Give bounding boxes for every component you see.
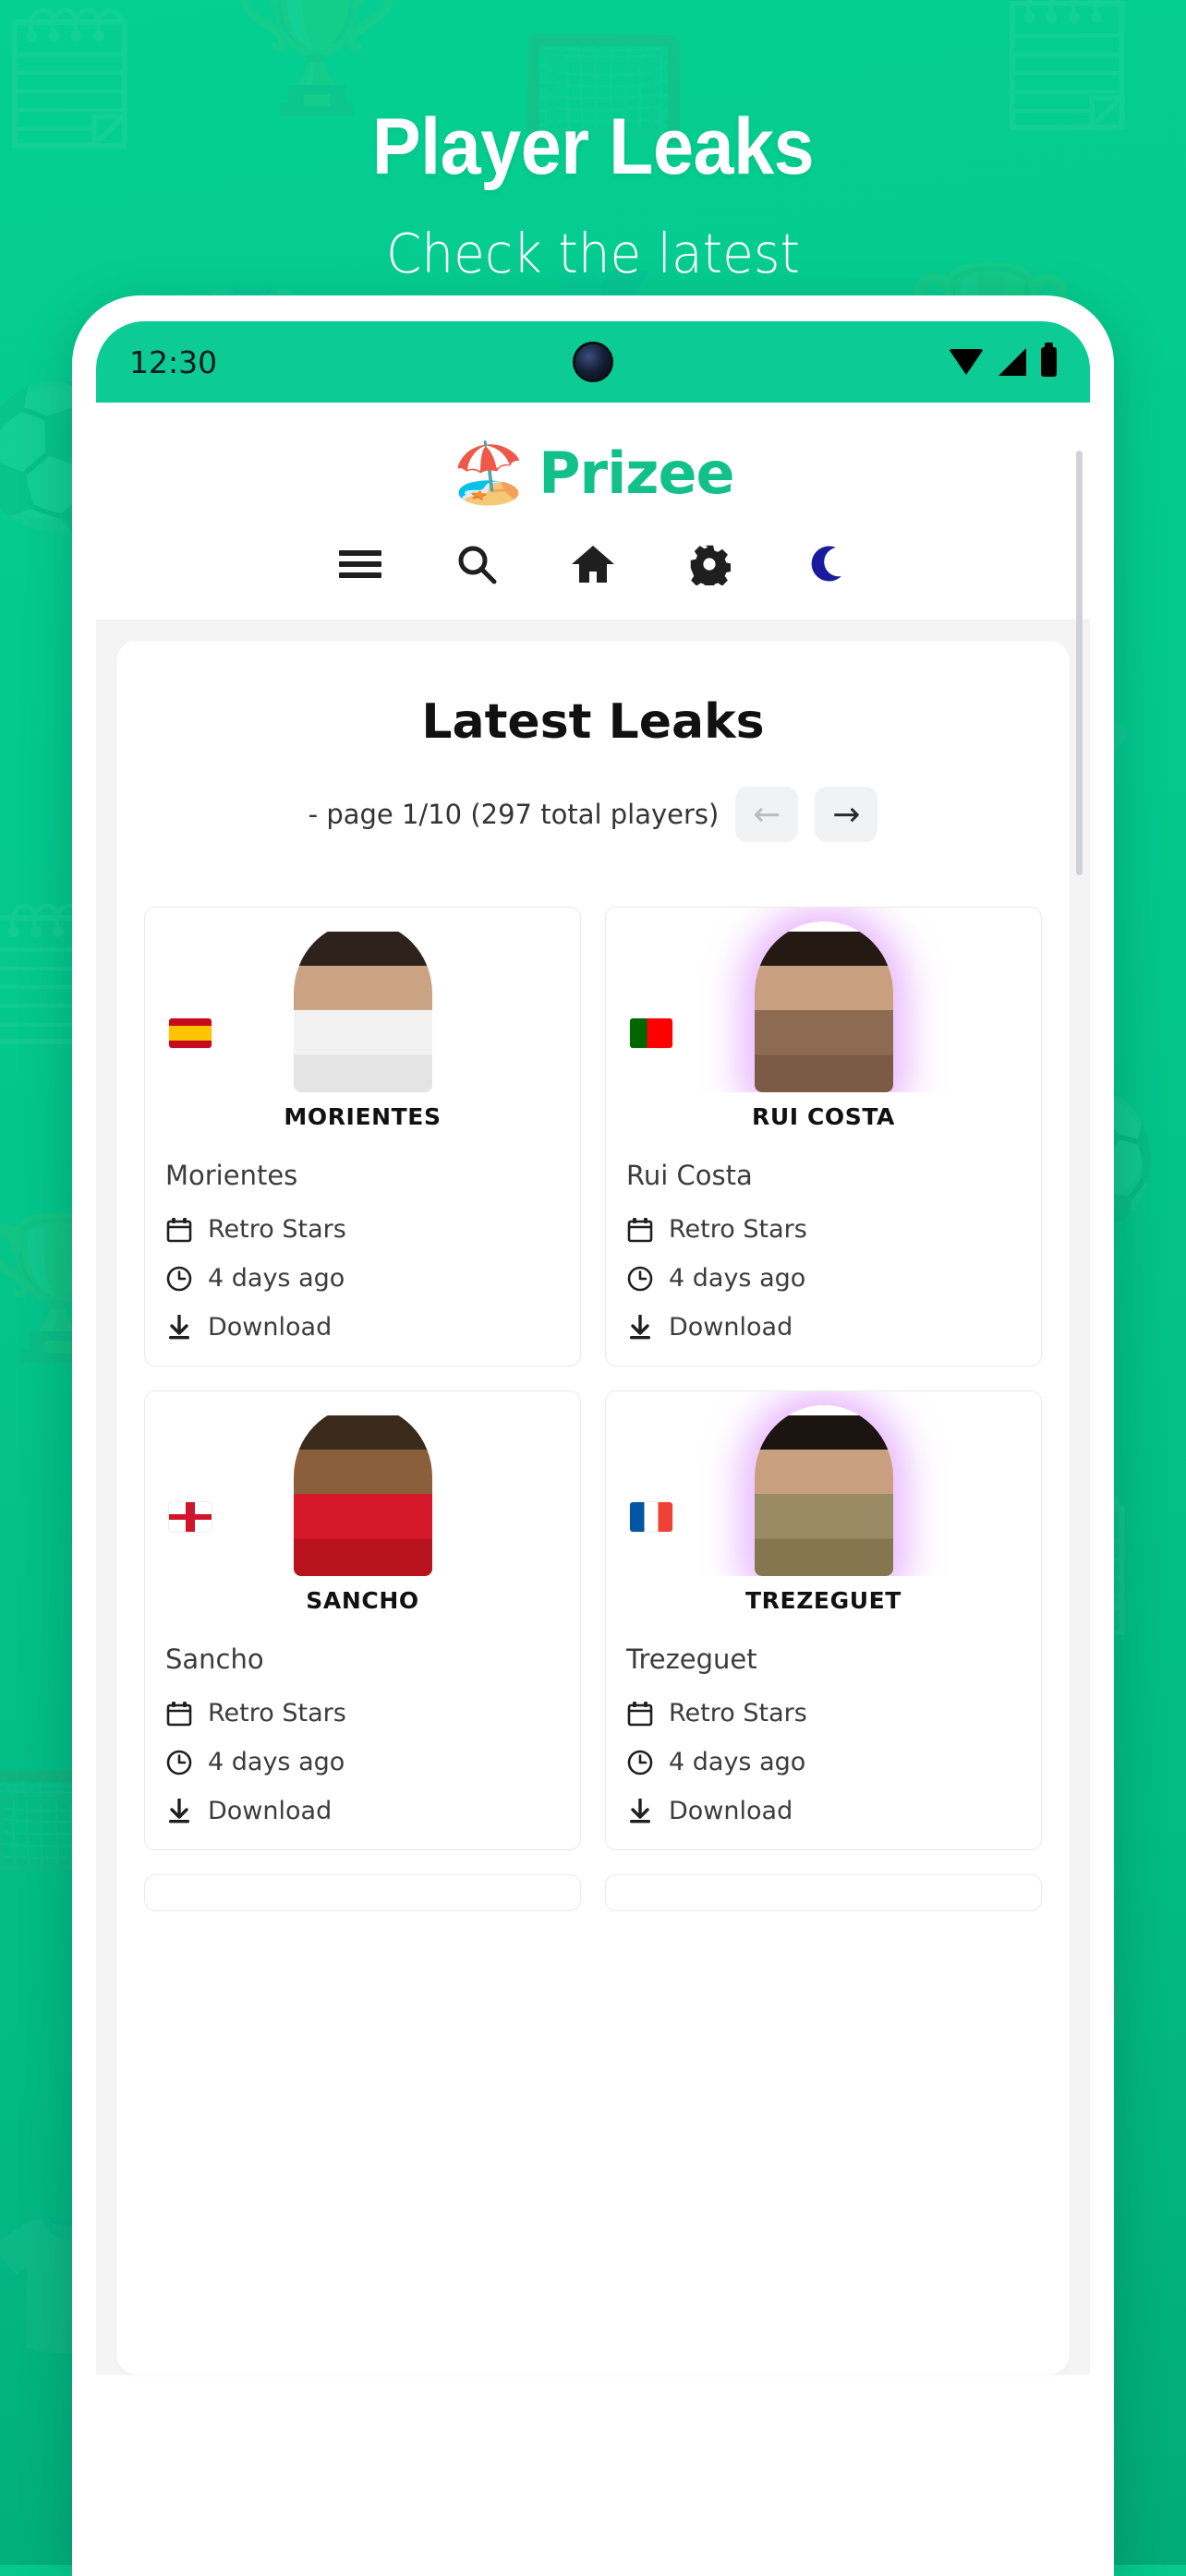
search-icon[interactable] bbox=[453, 540, 501, 588]
download-label: Download bbox=[669, 1313, 793, 1342]
player-image bbox=[293, 921, 432, 1092]
player-category-label: Retro Stars bbox=[669, 1215, 807, 1244]
player-card[interactable]: MORIENTES Morientes Retro Stars 4 days ago D… bbox=[144, 907, 581, 1366]
front-camera-punch-hole bbox=[575, 344, 611, 379]
clock-icon bbox=[165, 1749, 193, 1776]
player-category-label: Retro Stars bbox=[208, 1699, 346, 1727]
player-time-label: 4 days ago bbox=[669, 1748, 806, 1776]
wifi-icon bbox=[949, 349, 984, 375]
player-category: Retro Stars bbox=[165, 1699, 560, 1727]
player-tag: MORIENTES bbox=[284, 1103, 442, 1130]
gear-icon[interactable] bbox=[685, 540, 733, 588]
status-bar: 12:30 bbox=[96, 321, 1090, 403]
download-row[interactable]: Download bbox=[626, 1797, 1021, 1825]
scrollbar[interactable] bbox=[1076, 451, 1083, 875]
download-icon bbox=[626, 1314, 654, 1342]
player-photo bbox=[606, 1391, 1041, 1576]
download-icon bbox=[165, 1798, 193, 1825]
player-category: Retro Stars bbox=[626, 1699, 1021, 1727]
player-name: Trezeguet bbox=[626, 1643, 757, 1675]
country-flag-icon bbox=[630, 1018, 672, 1048]
leaks-panel: Latest Leaks - page 1/10 (297 total play… bbox=[116, 641, 1070, 2375]
calendar-icon bbox=[626, 1216, 654, 1244]
home-icon[interactable] bbox=[569, 540, 617, 588]
player-time-label: 4 days ago bbox=[208, 1264, 345, 1293]
player-time-label: 4 days ago bbox=[669, 1264, 806, 1293]
player-name: Sancho bbox=[165, 1643, 264, 1675]
player-time: 4 days ago bbox=[626, 1264, 1021, 1293]
player-card-grid: MORIENTES Morientes Retro Stars 4 days ago D… bbox=[144, 907, 1042, 1911]
download-row[interactable]: Download bbox=[165, 1313, 560, 1342]
download-icon bbox=[626, 1798, 654, 1825]
menu-icon[interactable] bbox=[336, 540, 384, 588]
pagination-text: - page 1/10 (297 total players) bbox=[308, 799, 720, 830]
brand-logo[interactable]: 🏖️ Prizee bbox=[96, 439, 1090, 507]
player-category: Retro Stars bbox=[165, 1215, 560, 1244]
download-row[interactable]: Download bbox=[165, 1797, 560, 1825]
player-card[interactable]: RUI COSTA Rui Costa Retro Stars 4 days ago D… bbox=[605, 907, 1042, 1366]
status-icons bbox=[949, 343, 1057, 377]
phone-screen: 12:30 🏖️ Prizee Latest Leaks - page 1/10… bbox=[96, 321, 1090, 2576]
download-icon bbox=[165, 1314, 193, 1342]
app-header: 🏖️ Prizee bbox=[96, 403, 1090, 620]
player-photo bbox=[145, 1391, 580, 1576]
player-card[interactable] bbox=[605, 1874, 1042, 1911]
player-time-label: 4 days ago bbox=[208, 1748, 345, 1776]
player-time: 4 days ago bbox=[626, 1748, 1021, 1776]
download-label: Download bbox=[208, 1313, 333, 1342]
player-image bbox=[293, 1405, 432, 1576]
next-page-button[interactable]: → bbox=[815, 787, 878, 842]
player-tag: SANCHO bbox=[306, 1587, 419, 1614]
player-photo bbox=[606, 908, 1041, 1092]
calendar-icon bbox=[626, 1700, 654, 1727]
player-category: Retro Stars bbox=[626, 1215, 1021, 1244]
player-card[interactable]: SANCHO Sancho Retro Stars 4 days ago Downloa… bbox=[144, 1390, 581, 1850]
player-name: Rui Costa bbox=[626, 1160, 753, 1191]
calendar-icon bbox=[165, 1216, 193, 1244]
player-category-label: Retro Stars bbox=[669, 1699, 807, 1727]
country-flag-icon bbox=[169, 1018, 212, 1048]
panel-title: Latest Leaks bbox=[421, 694, 765, 750]
player-name: Morientes bbox=[165, 1160, 298, 1191]
player-time: 4 days ago bbox=[165, 1748, 560, 1776]
signal-icon bbox=[998, 348, 1026, 376]
nav-icon-row bbox=[96, 540, 1090, 588]
page-title: Player Leaks bbox=[371, 102, 815, 191]
country-flag-icon bbox=[630, 1502, 672, 1532]
pagination: - page 1/10 (297 total players) ← → bbox=[116, 787, 1070, 842]
beach-icon: 🏖️ bbox=[452, 439, 526, 508]
player-image bbox=[754, 921, 893, 1092]
brand-name: Prizee bbox=[539, 439, 734, 507]
player-card[interactable]: TREZEGUET Trezeguet Retro Stars 4 days ago D… bbox=[605, 1390, 1042, 1850]
clock-icon bbox=[626, 1265, 654, 1293]
player-tag: TREZEGUET bbox=[745, 1587, 902, 1614]
download-row[interactable]: Download bbox=[626, 1313, 1021, 1342]
player-image bbox=[754, 1405, 893, 1576]
download-label: Download bbox=[669, 1797, 793, 1825]
phone-mockup: 12:30 🏖️ Prizee Latest Leaks - page 1/10… bbox=[72, 295, 1114, 2576]
status-clock: 12:30 bbox=[129, 343, 218, 380]
player-card[interactable] bbox=[144, 1874, 581, 1911]
clock-icon bbox=[626, 1749, 654, 1776]
clock-icon bbox=[165, 1265, 193, 1293]
country-flag-icon bbox=[169, 1502, 212, 1532]
player-category-label: Retro Stars bbox=[208, 1215, 346, 1244]
battery-icon bbox=[1041, 343, 1057, 377]
player-time: 4 days ago bbox=[165, 1264, 560, 1293]
player-tag: RUI COSTA bbox=[751, 1103, 896, 1130]
player-photo bbox=[145, 908, 580, 1092]
subtitle-line-1: Check the latest bbox=[386, 222, 800, 285]
app-content: Latest Leaks - page 1/10 (297 total play… bbox=[96, 451, 1090, 2375]
moon-icon[interactable] bbox=[802, 540, 850, 588]
download-label: Download bbox=[208, 1797, 333, 1825]
calendar-icon bbox=[165, 1700, 193, 1727]
prev-page-button[interactable]: ← bbox=[735, 787, 799, 842]
